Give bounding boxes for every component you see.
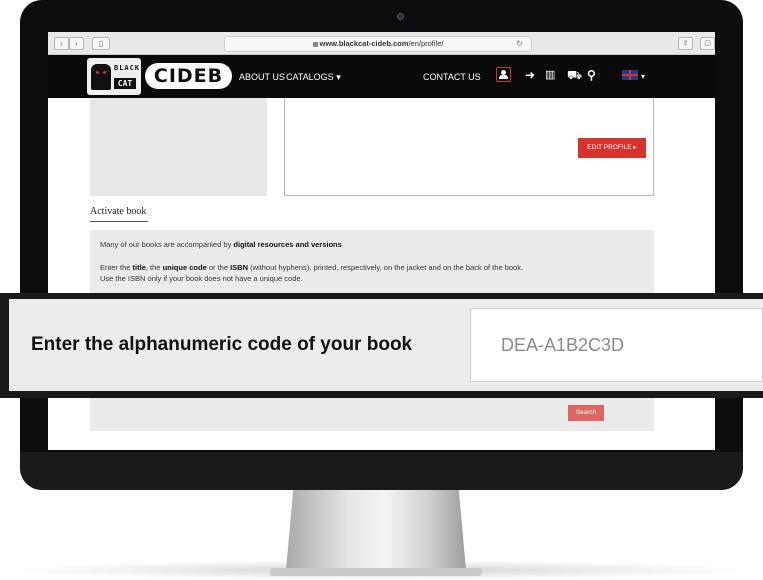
cat-eye-left [96,71,99,74]
user-profile-icon[interactable] [496,67,511,82]
intro-text-pre: Many of our books are accompanied by [100,240,234,249]
search-button[interactable]: Search [568,405,604,421]
cideb-logo[interactable]: CIDEB [145,63,232,89]
camera-icon [397,13,404,20]
book-reader-icon[interactable]: ▥ [545,68,555,82]
nav-about-us[interactable]: ABOUT US [239,71,285,83]
back-icon[interactable]: ‹ [54,37,69,50]
sidebar-icon[interactable]: ▯ [92,37,110,50]
instr-a: Enter the [100,263,133,272]
user-body [499,75,508,79]
book-code-field [470,308,763,382]
book-code-input[interactable] [471,309,762,381]
activate-book-title: Activate book [90,206,147,217]
reload-icon[interactable]: ↻ [516,37,523,51]
cat-icon [91,64,111,90]
blackcat-logo[interactable]: BLACK CAT [87,58,141,95]
share-icon[interactable]: ⇪ [678,37,693,50]
title-underline [90,221,148,222]
url-host: www.blackcat-cideb.com [319,39,409,48]
edit-profile-button[interactable]: EDIT PROFILE ▸ [578,138,646,158]
intro-text-post: . [341,240,344,249]
address-bar[interactable]: www.blackcat-cideb.com/en/profile/ ↻ [224,36,532,52]
monitor-chin [20,452,743,490]
instr-c: , the [145,263,163,272]
cat-eye-right [103,71,106,74]
uk-flag-icon[interactable] [622,70,638,80]
site-header: BLACK CAT CIDEB ABOUT US CATALOGS ▾ CONT… [48,55,715,98]
nav-catalogs[interactable]: CATALOGS ▾ [286,71,341,83]
nav-contact-us[interactable]: CONTACT US [423,71,481,83]
instr-unique-code: unique code [162,263,207,272]
instr-e: or the [206,263,231,272]
zoom-callout: Enter the alphanumeric code of your book [0,293,763,398]
code-field-label: Enter the alphanumeric code of your book [31,334,413,355]
browser-toolbar: ‹ › ▯ www.blackcat-cideb.com/en/profile/… [48,32,715,55]
logo-word-black: BLACK [114,64,141,72]
intro-text: Many of our books are accompanied by dig… [100,240,640,250]
instr-isbn: ISBN [230,263,249,272]
logo-word-cat: CAT [114,78,136,89]
instr-title: title [132,263,146,272]
nav-catalogs-label: CATALOGS [286,72,334,82]
tabs-icon[interactable]: ▢ [700,37,715,50]
instruction-text: Enter the title, the unique code or the … [100,263,640,273]
chevron-down-icon: ▾ [336,72,341,82]
edit-profile-label: EDIT PROFILE [587,144,632,151]
profile-photo-placeholder [90,98,267,196]
url-path: /en/profile/ [408,39,444,48]
forward-icon[interactable]: › [69,37,84,50]
cart-icon[interactable]: ⛟ [567,68,582,82]
intro-text-bold: digital resources and versions [233,240,342,249]
callout-panel: Enter the alphanumeric code of your book [9,299,763,391]
instr-g: (without hyphens), printed, respectively… [248,263,524,272]
language-chevron-down-icon[interactable]: ▾ [641,70,645,84]
monitor-foot [270,568,482,576]
isbn-note: Use the ISBN only if your book does not … [100,274,303,283]
logout-icon[interactable]: ➜ [525,68,535,82]
search-icon[interactable]: ⚲ [587,68,596,82]
monitor-stand [286,490,466,570]
lock-icon [312,41,318,47]
